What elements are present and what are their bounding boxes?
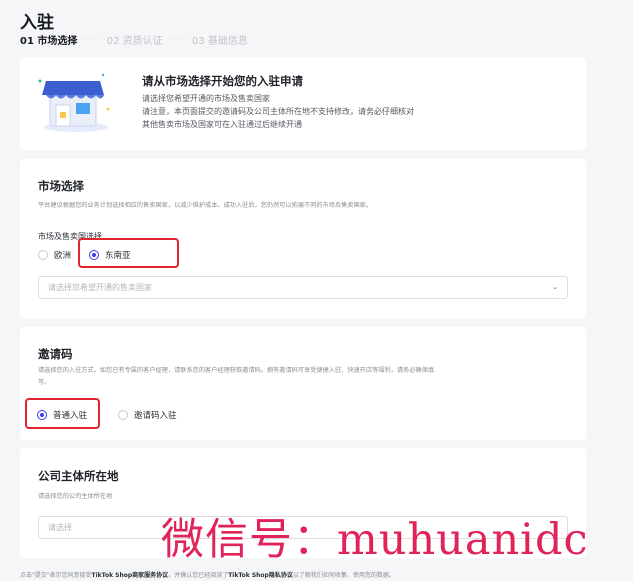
section-title: 公司主体所在地 (38, 469, 119, 483)
step-separator: ····· (167, 34, 187, 45)
radio-market-europe[interactable]: 欧洲 (38, 249, 71, 261)
intro-line: 请注意，本页面提交的邀请码及公司主体所在地不支持修改，请务必仔细核对 (142, 107, 414, 116)
annotation-highlight (25, 398, 100, 429)
radio-circle-icon (118, 410, 128, 420)
agreement-footer: 点击"提交"表示您同意接受TikTok Shop商家服务协议，并确认您已经阅读了… (20, 572, 395, 579)
step-indicator: 01 市场选择 ····· 02 资质认证 ····· 03 基础信息 (20, 32, 248, 48)
section-title: 市场选择 (38, 179, 84, 193)
step-separator: ····· (82, 34, 102, 45)
intro-line: 其他售卖市场及国家可在入驻通过后继续开通 (142, 120, 302, 129)
storefront-illustration-icon (38, 73, 110, 132)
privacy-agreement-link[interactable]: TikTok Shop隐私协议 (228, 572, 293, 579)
intro-card: 请从市场选择开始您的入驻申请 请选择您希望开通的市场及售卖国家 请注意，本页面提… (20, 57, 586, 150)
intro-line: 请选择您希望开通的市场及售卖国家 (142, 94, 270, 103)
page-title: 入驻 (20, 13, 54, 33)
invite-code-card: 邀请码 请选择您的入驻方式。如您已有专属的客户经理，请联系您的客户经理获取邀请码… (20, 327, 586, 440)
section-description: 请选择您的公司主体所在地 (38, 493, 113, 500)
chevron-down-icon: ⌄ (552, 283, 558, 291)
annotation-highlight (78, 238, 179, 268)
radio-invite-code-entry[interactable]: 邀请码入驻 (118, 409, 177, 421)
step-basic-info: 03 基础信息 (191, 36, 248, 47)
step-market: 01 市场选择 (20, 36, 78, 47)
country-select[interactable]: 请选择您希望开通的售卖国家 ⌄ (38, 276, 568, 299)
radio-circle-icon (38, 250, 48, 260)
intro-title: 请从市场选择开始您的入驻申请 (142, 74, 303, 88)
step-qualification: 02 资质认证 (106, 36, 163, 47)
merchant-agreement-link[interactable]: TikTok Shop商家服务协议 (92, 572, 169, 579)
watermark-text: 微信号：muhuanidc (161, 515, 589, 565)
section-title: 邀请码 (38, 347, 73, 361)
section-description: 请选择您的入驻方式。如您已有专属的客户经理，请联系您的客户经理获取邀请码。拥有邀… (38, 367, 434, 374)
section-description: 写。 (38, 379, 51, 386)
section-description: 平台建议根据您的业务计划选择相应的售卖国家，以减少维护成本。成功入驻后，您仍然可… (38, 202, 373, 209)
market-selection-card: 市场选择 平台建议根据您的业务计划选择相应的售卖国家，以减少维护成本。成功入驻后… (20, 159, 586, 319)
